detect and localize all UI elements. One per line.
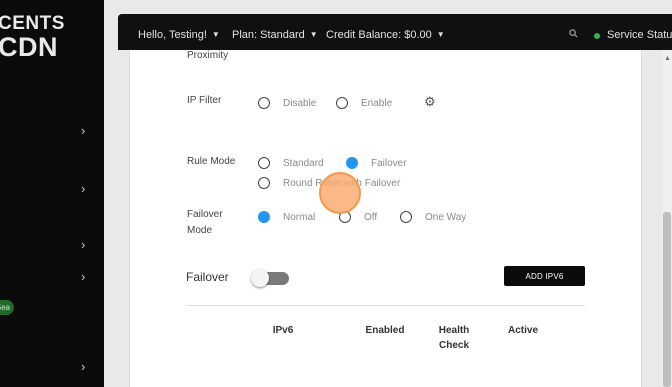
ip-filter-enable-label[interactable]: Enable bbox=[361, 97, 392, 111]
failover-toggle[interactable] bbox=[251, 269, 289, 287]
table-header-health-check: Health Check bbox=[438, 325, 470, 351]
ip-filter-disable-radio[interactable] bbox=[258, 97, 270, 109]
rule-mode-failover-radio[interactable] bbox=[346, 157, 358, 169]
toggle-knob[interactable] bbox=[251, 269, 269, 287]
failover-mode-one-way-radio[interactable] bbox=[400, 211, 412, 223]
add-ipv6-button[interactable]: ADD IPV6 bbox=[504, 266, 585, 286]
chevron-down-icon: ▼ bbox=[309, 30, 318, 39]
divider bbox=[186, 305, 585, 306]
gear-icon[interactable]: ⚙ bbox=[424, 95, 436, 108]
brand-line1: CENTS bbox=[0, 13, 65, 34]
user-menu[interactable]: Hello, Testing! ▼ bbox=[138, 29, 220, 41]
failover-mode-normal-label[interactable]: Normal bbox=[283, 211, 315, 225]
chevron-right-icon[interactable]: › bbox=[81, 124, 85, 137]
greeting-label: Hello, Testing! bbox=[138, 29, 207, 41]
scroll-up-icon[interactable]: ▲ bbox=[664, 55, 671, 62]
rule-mode-failover-label[interactable]: Failover bbox=[371, 157, 407, 171]
credit-label: Credit Balance: $0.00 bbox=[326, 29, 432, 41]
search-icon[interactable] bbox=[569, 29, 578, 41]
ip-filter-label: IP Filter bbox=[187, 95, 222, 106]
plan-label: Plan: Standard bbox=[232, 29, 305, 41]
table-header-enabled: Enabled bbox=[365, 325, 405, 336]
rule-mode-standard-radio[interactable] bbox=[258, 157, 270, 169]
service-status-link[interactable]: Service Status bbox=[607, 29, 672, 41]
cursor-highlight bbox=[319, 172, 361, 214]
rule-mode-round-robin-radio[interactable] bbox=[258, 177, 270, 189]
ip-filter-enable-radio[interactable] bbox=[336, 97, 348, 109]
rule-mode-label: Rule Mode bbox=[187, 156, 236, 167]
proximity-label: Proximity bbox=[187, 50, 229, 61]
chevron-right-icon[interactable]: › bbox=[81, 182, 85, 195]
credit-menu[interactable]: Credit Balance: $0.00 ▼ bbox=[326, 29, 445, 41]
chevron-right-icon[interactable]: › bbox=[81, 270, 85, 283]
failover-mode-label-line1: Failover bbox=[187, 209, 223, 220]
chevron-down-icon: ▼ bbox=[211, 30, 220, 39]
failover-mode-one-way-label[interactable]: One Way bbox=[425, 211, 466, 225]
failover-mode-label-line2: Mode bbox=[187, 225, 213, 236]
failover-mode-normal-radio[interactable] bbox=[258, 211, 270, 223]
sidebar-badge[interactable]: Sea bbox=[0, 300, 14, 315]
chevron-right-icon[interactable]: › bbox=[81, 360, 85, 373]
table-header-active: Active bbox=[507, 325, 538, 336]
rule-mode-standard-label[interactable]: Standard bbox=[283, 157, 324, 171]
failover-section-title: Failover bbox=[186, 270, 229, 284]
scrollbar-thumb[interactable] bbox=[663, 212, 671, 387]
top-bar: Hello, Testing! ▼ Plan: Standard ▼ Credit … bbox=[118, 14, 672, 50]
brand-line2: CDN bbox=[0, 32, 58, 62]
table-header-ipv6: IPv6 bbox=[272, 325, 294, 336]
chevron-down-icon: ▼ bbox=[436, 30, 445, 39]
failover-mode-off-label[interactable]: Off bbox=[364, 211, 377, 225]
plan-menu[interactable]: Plan: Standard ▼ bbox=[232, 29, 318, 41]
chevron-right-icon[interactable]: › bbox=[81, 238, 85, 251]
ip-filter-disable-label[interactable]: Disable bbox=[283, 97, 316, 111]
status-dot bbox=[594, 33, 600, 39]
sidebar: CENTS CDN › › › › › Sea bbox=[0, 0, 104, 387]
